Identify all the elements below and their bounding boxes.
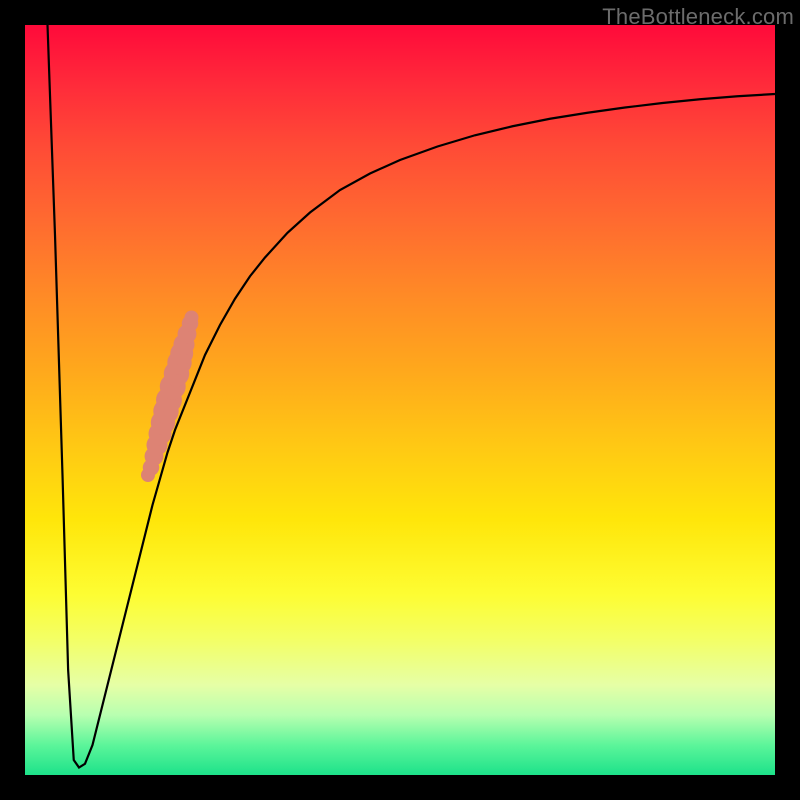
- plot-area: [25, 25, 775, 775]
- watermark-text: TheBottleneck.com: [602, 4, 794, 30]
- scatter-point: [185, 311, 199, 325]
- scatter-layer: [141, 311, 199, 483]
- chart-frame: TheBottleneck.com: [0, 0, 800, 800]
- chart-svg: [25, 25, 775, 775]
